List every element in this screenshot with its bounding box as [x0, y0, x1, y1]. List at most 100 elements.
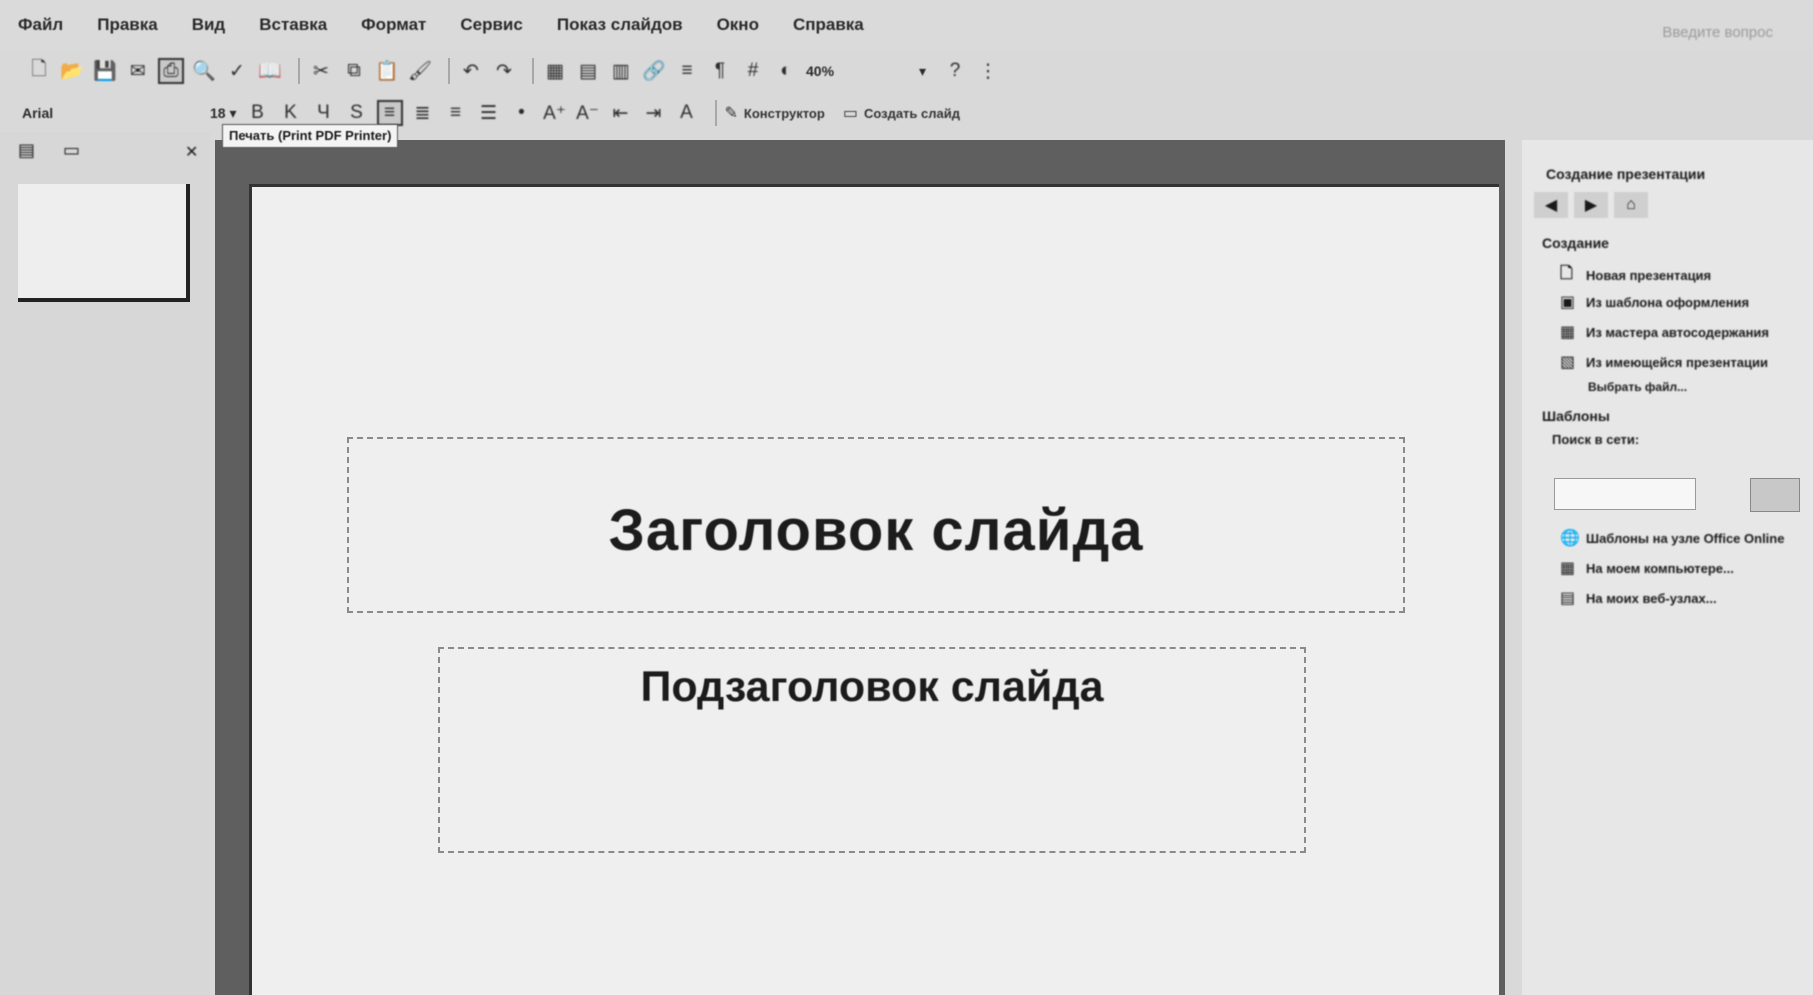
menu-edit[interactable]: Правка: [97, 15, 157, 35]
menu-view[interactable]: Вид: [192, 15, 226, 35]
new-slide-button[interactable]: ▭ Создать слайд: [843, 103, 960, 123]
title-placeholder[interactable]: Заголовок слайда: [347, 437, 1405, 613]
format-painter-icon[interactable]: 🖌: [407, 58, 433, 84]
insert-hyperlink-icon[interactable]: 🔗: [641, 58, 667, 84]
italic-icon[interactable]: K: [278, 100, 304, 126]
color-grayscale-icon[interactable]: ◐: [773, 58, 799, 84]
subtitle-placeholder[interactable]: Подзаголовок слайда: [438, 647, 1306, 853]
increase-font-icon[interactable]: A⁺: [542, 100, 568, 126]
chevron-down-icon: ▾: [918, 62, 926, 79]
existing-presentation-icon: ▧: [1560, 354, 1576, 371]
print-tooltip: Печать (Print PDF Printer): [222, 124, 399, 148]
slide-title: Заголовок слайда: [608, 498, 1144, 563]
show-grid-icon[interactable]: #: [740, 58, 766, 84]
numbering-icon[interactable]: ☰: [476, 100, 502, 126]
print-preview-icon[interactable]: 🔍: [191, 58, 217, 84]
globe-icon: 🌐: [1560, 530, 1580, 547]
research-icon[interactable]: 📖: [257, 58, 283, 84]
link-label: Из шаблона оформления: [1586, 294, 1750, 310]
on-my-web-sites-link[interactable]: ▤ На моих веб-узлах...: [1560, 588, 1810, 608]
redo-icon[interactable]: ↷: [491, 58, 517, 84]
menu-window[interactable]: Окно: [717, 15, 759, 35]
tables-borders-icon[interactable]: ▥: [608, 58, 634, 84]
new-slide-icon: ▭: [842, 105, 858, 122]
web-sites-icon: ▤: [1560, 590, 1576, 607]
search-go-button[interactable]: [1750, 478, 1800, 512]
choose-file-link[interactable]: Выбрать файл...: [1588, 380, 1813, 394]
menu-tools[interactable]: Сервис: [460, 15, 522, 35]
font-size-value: 18: [210, 105, 226, 121]
on-my-computer-link[interactable]: ▦ На моем компьютере...: [1560, 558, 1810, 578]
task-pane: Создание презентации ◀ ▶ ⌂ Создание 🗋 Но…: [1522, 140, 1813, 995]
outline-tab-icon[interactable]: ▤: [18, 140, 35, 161]
cut-icon[interactable]: ✂: [308, 58, 334, 84]
print-icon[interactable]: ⎙: [158, 58, 184, 84]
zoom-select[interactable]: 40% ▾: [806, 59, 934, 83]
link-label: На моем компьютере...: [1586, 560, 1734, 576]
from-design-template-link[interactable]: ▣ Из шаблона оформления: [1560, 292, 1810, 312]
font-size-select[interactable]: 18 ▾: [210, 101, 237, 125]
spelling-icon[interactable]: ✓: [224, 58, 250, 84]
back-icon[interactable]: ◀: [1534, 192, 1568, 218]
new-file-icon[interactable]: 🗋: [26, 58, 52, 84]
templates-heading: Шаблоны: [1542, 408, 1610, 424]
slides-pane: ▤ ▭ ✕: [0, 132, 210, 995]
show-formatting-icon[interactable]: ¶: [707, 58, 733, 84]
align-center-icon[interactable]: ≣: [410, 100, 436, 126]
from-existing-link[interactable]: ▧ Из имеющейся презентации: [1560, 352, 1810, 372]
menu-insert[interactable]: Вставка: [259, 15, 327, 35]
close-icon[interactable]: ✕: [185, 142, 198, 162]
toolbar-separator: [448, 58, 450, 84]
menu-format[interactable]: Формат: [361, 15, 426, 35]
undo-icon[interactable]: ↶: [458, 58, 484, 84]
copy-icon[interactable]: ⧉: [341, 58, 367, 84]
align-left-icon[interactable]: ≡: [376, 100, 403, 126]
computer-icon: ▦: [1560, 560, 1576, 577]
link-label: Из мастера автосодержания: [1586, 324, 1770, 340]
increase-indent-icon[interactable]: ⇥: [641, 100, 667, 126]
insert-chart-icon[interactable]: ▦: [542, 58, 568, 84]
expand-all-icon[interactable]: ≡: [674, 58, 700, 84]
open-folder-icon[interactable]: 📂: [59, 58, 85, 84]
insert-table-icon[interactable]: ▤: [575, 58, 601, 84]
slide-editing-area: Заголовок слайда Подзаголовок слайда: [215, 140, 1505, 995]
underline-icon[interactable]: Ч: [311, 100, 337, 126]
toolbar-separator: [532, 58, 534, 84]
paste-icon[interactable]: 📋: [374, 58, 400, 84]
forward-icon[interactable]: ▶: [1574, 192, 1608, 218]
slide-canvas[interactable]: Заголовок слайда Подзаголовок слайда: [249, 184, 1499, 995]
slides-tab-icon[interactable]: ▭: [63, 140, 80, 161]
menu-slide-show[interactable]: Показ слайдов: [557, 15, 683, 35]
link-label: Шаблоны на узле Office Online: [1586, 530, 1785, 546]
slide-thumbnail[interactable]: [18, 184, 190, 302]
home-icon[interactable]: ⌂: [1614, 192, 1648, 218]
wizard-icon: ▦: [1560, 324, 1576, 341]
align-right-icon[interactable]: ≡: [443, 100, 469, 126]
menu-help[interactable]: Справка: [793, 15, 864, 35]
toolbar-options-icon[interactable]: ⋮: [975, 58, 1001, 84]
shadow-icon[interactable]: S: [344, 100, 370, 126]
font-name-select[interactable]: Arial: [22, 101, 202, 125]
task-pane-nav: ◀ ▶ ⌂: [1534, 192, 1648, 218]
bold-icon[interactable]: B: [245, 100, 271, 126]
help-icon[interactable]: ?: [942, 58, 968, 84]
permission-icon[interactable]: ✉: [125, 58, 151, 84]
office-online-templates-link[interactable]: 🌐 Шаблоны на узле Office Online: [1560, 528, 1810, 548]
standard-toolbar: 🗋 📂 💾 ✉ ⎙ 🔍 ✓ 📖 ✂ ⧉ 📋 🖌 ↶ ↷ ▦ ▤ ▥ 🔗 ≡ ¶ …: [0, 52, 1330, 90]
toolbar-separator: [714, 100, 717, 126]
design-label: Конструктор: [743, 105, 825, 121]
decrease-indent-icon[interactable]: ⇤: [608, 100, 634, 126]
search-online-label: Поиск в сети:: [1552, 432, 1640, 447]
new-presentation-link[interactable]: 🗋 Новая презентация: [1560, 262, 1810, 289]
toolbar-separator: [298, 58, 300, 84]
link-label: Новая презентация: [1586, 268, 1712, 283]
decrease-font-icon[interactable]: A⁻: [575, 100, 601, 126]
help-question-box[interactable]: Введите вопрос: [1662, 24, 1773, 41]
save-icon[interactable]: 💾: [92, 58, 118, 84]
font-color-icon[interactable]: A: [674, 100, 700, 126]
menu-file[interactable]: Файл: [18, 15, 63, 35]
bullets-icon[interactable]: •: [509, 100, 535, 126]
design-button[interactable]: ✎ Конструктор: [725, 103, 825, 123]
autocontent-wizard-link[interactable]: ▦ Из мастера автосодержания: [1560, 322, 1810, 342]
online-search-input[interactable]: [1554, 478, 1696, 510]
